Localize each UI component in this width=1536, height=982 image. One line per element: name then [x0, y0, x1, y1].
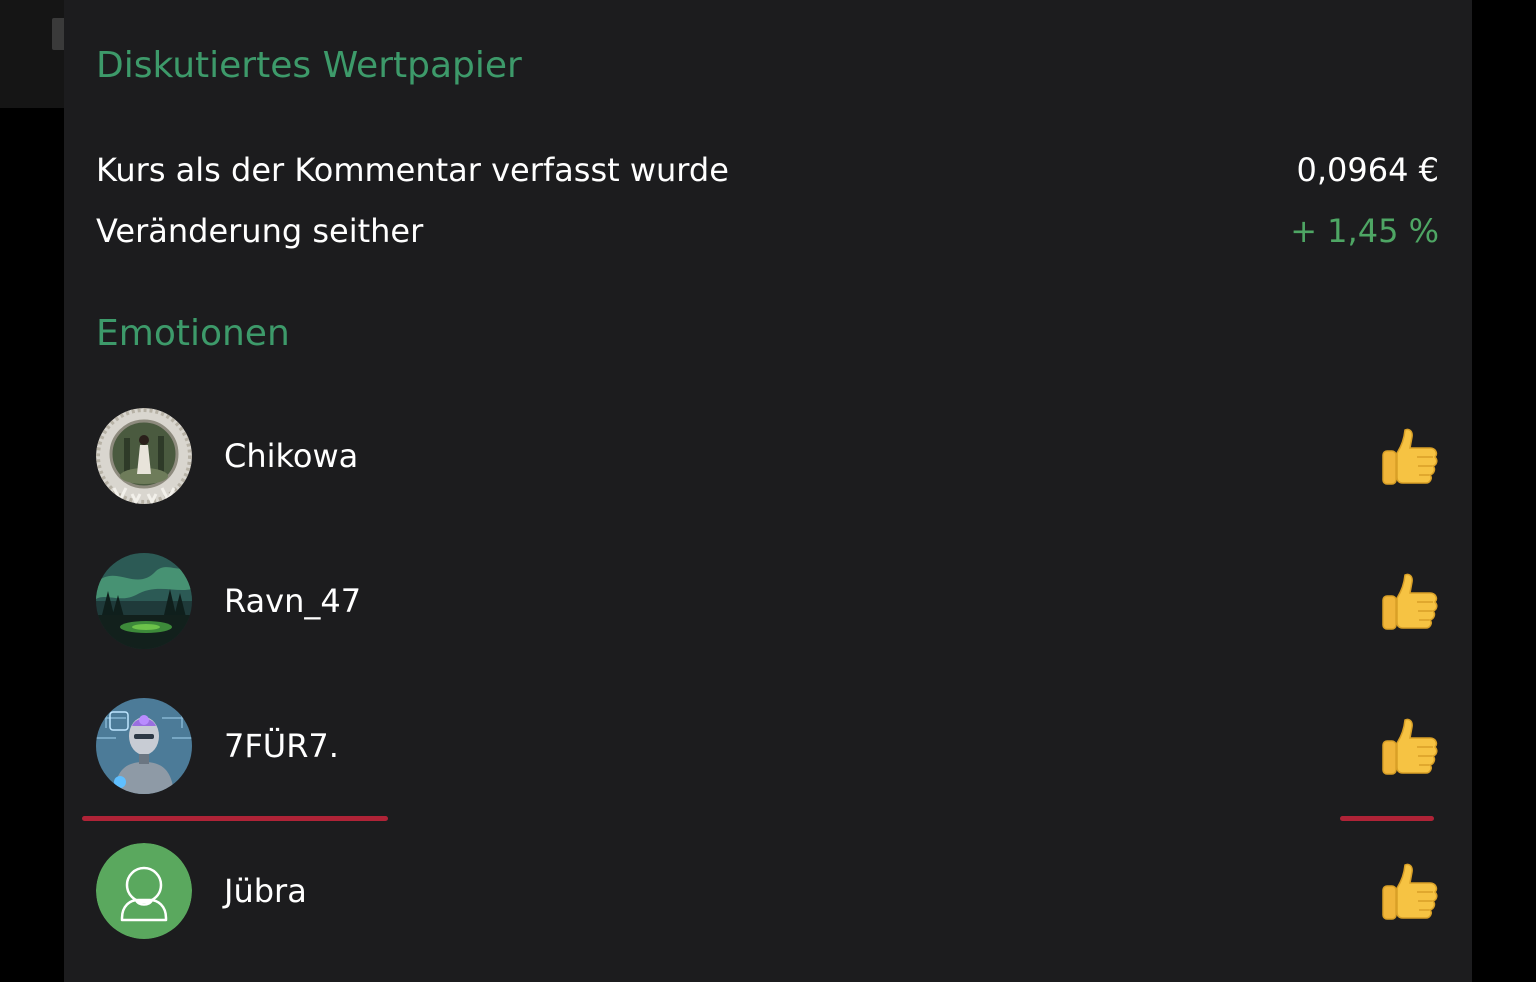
user-avatar[interactable] [96, 553, 192, 649]
emotion-list-item[interactable]: 7FÜR7. [96, 698, 1439, 794]
thumbs-up-icon [1381, 716, 1439, 776]
background-left [0, 0, 64, 982]
username[interactable]: 7FÜR7. [224, 727, 1381, 765]
detail-panel: Diskutiertes Wertpapier Kurs als der Kom… [64, 0, 1472, 982]
price-at-comment-value: 0,0964 € [1296, 151, 1440, 189]
default-user-avatar-icon [96, 843, 192, 939]
emotion-list-item[interactable]: Ravn_47 [96, 553, 1439, 649]
change-since-row: Veränderung seither + 1,45 % [96, 209, 1439, 253]
thumbs-up-icon [1381, 571, 1439, 631]
photo-avatar-robot [96, 698, 192, 794]
highlight-underline-mark [82, 816, 388, 821]
emotions-section-title: Emotionen [96, 313, 290, 354]
price-at-comment-label: Kurs als der Kommentar verfasst wurde [96, 151, 729, 189]
security-section-title: Diskutiertes Wertpapier [96, 45, 522, 86]
photo-avatar-aurora-landscape [96, 553, 192, 649]
emotion-list-item[interactable]: Chikowa [96, 408, 1439, 504]
username[interactable]: Ravn_47 [224, 582, 1381, 620]
highlight-underline-mark [1340, 816, 1434, 821]
user-avatar[interactable] [96, 843, 192, 939]
user-avatar[interactable] [96, 408, 192, 504]
username[interactable]: Jübra [224, 872, 1381, 910]
username[interactable]: Chikowa [224, 437, 1381, 475]
user-avatar[interactable] [96, 698, 192, 794]
emotion-list-item[interactable]: Jübra [96, 843, 1439, 939]
thumbs-up-icon [1381, 426, 1439, 486]
background-right [1472, 0, 1536, 982]
thumbs-up-icon [1381, 861, 1439, 921]
price-at-comment-row: Kurs als der Kommentar verfasst wurde 0,… [96, 148, 1439, 192]
change-since-label: Veränderung seither [96, 212, 424, 250]
photo-avatar-forest-woman [96, 408, 192, 504]
background-partial-glyph [52, 18, 64, 50]
background-left-header [0, 0, 64, 108]
change-since-value: + 1,45 % [1290, 212, 1439, 250]
